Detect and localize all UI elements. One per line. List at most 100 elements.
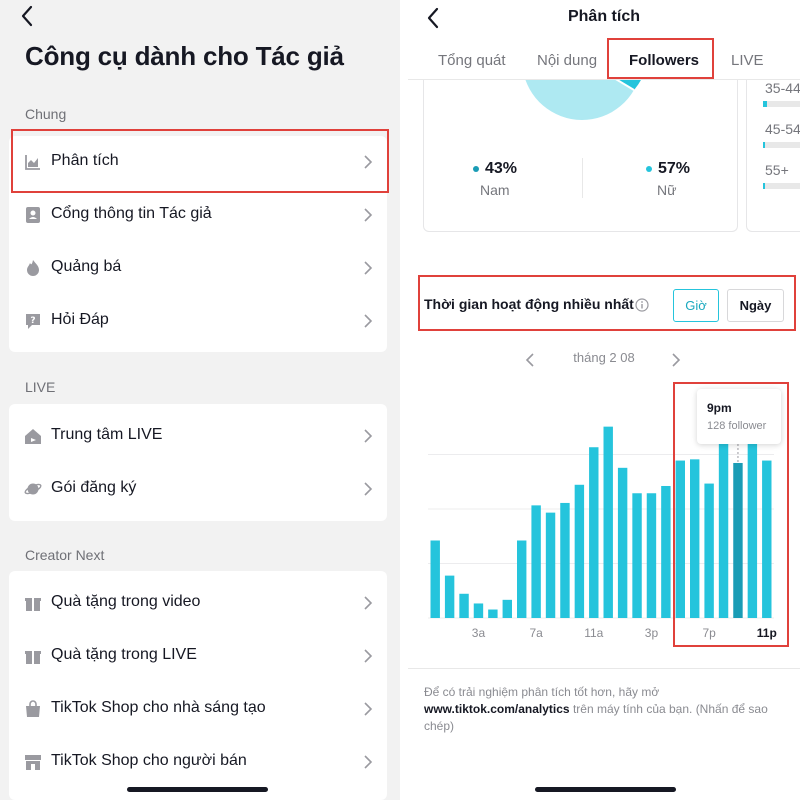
menu-item-label: Quà tặng trong LIVE: [51, 646, 197, 663]
bar-6a[interactable]: [517, 540, 527, 618]
gender-pie-chart: [525, 80, 641, 120]
bar-10a[interactable]: [574, 484, 585, 618]
menu-item-shop-seller[interactable]: TikTok Shop cho người bán: [9, 736, 387, 789]
live-card: Trung tâm LIVE Gói đăng ký: [9, 404, 387, 521]
analytics-title: Phân tích: [567, 8, 640, 25]
male-percent: 43%: [473, 160, 517, 178]
gift-icon: [25, 651, 41, 664]
menu-item-qa[interactable]: ? Hỏi Đáp: [9, 295, 387, 348]
chevron-right-icon: [364, 702, 373, 716]
menu-item-label: TikTok Shop cho nhà sáng tạo: [51, 699, 266, 716]
age-label: 45-54: [765, 121, 800, 137]
menu-item-label: Trung tâm LIVE: [51, 426, 163, 443]
chart-tooltip: 9pm 128 follower: [697, 389, 781, 444]
bar-5a[interactable]: [502, 599, 512, 618]
tick-label-11a: 11a: [584, 626, 603, 640]
house-icon: [25, 429, 41, 444]
section-label-creator-next: Creator Next: [25, 547, 105, 563]
age-label: 55+: [765, 162, 789, 178]
svg-text:?: ?: [30, 316, 35, 326]
menu-item-promote[interactable]: Quảng bá: [9, 242, 387, 295]
chevron-right-icon: [364, 482, 373, 496]
tab-overview[interactable]: Tổng quát: [438, 52, 506, 69]
tooltip-time: 9pm: [707, 401, 732, 415]
question-icon: ?: [26, 314, 40, 329]
menu-item-label: Quà tặng trong video: [51, 593, 201, 610]
menu-item-live-center[interactable]: Trung tâm LIVE: [9, 410, 387, 463]
menu-item-label: Cổng thông tin Tác giả: [51, 205, 212, 222]
menu-item-creator-portal[interactable]: Cổng thông tin Tác giả: [9, 189, 387, 242]
date-navigator: tháng 2 08: [408, 350, 800, 370]
tick-label-3a: 3a: [472, 626, 486, 640]
back-arrow-icon[interactable]: [16, 4, 40, 28]
bar-4p[interactable]: [661, 485, 671, 618]
female-percent: 57%: [646, 160, 690, 178]
menu-item-label: Gói đăng ký: [51, 479, 137, 496]
age-bar: [763, 142, 800, 148]
age-bar: [763, 183, 800, 189]
bar-4a[interactable]: [488, 609, 498, 618]
bar-2a[interactable]: [459, 593, 469, 618]
chevron-right-icon: [364, 314, 373, 328]
screen: Công cụ dành cho Tác giả Chung Phân tích…: [0, 0, 800, 800]
age-bar-fill: [763, 101, 767, 107]
home-indicator: [127, 787, 268, 792]
bar-8a[interactable]: [545, 512, 556, 618]
active-times-highlight-box: [418, 275, 796, 331]
bag-icon: [26, 700, 40, 717]
age-card: 35-44 45-54 55+: [746, 80, 800, 232]
age-bar-fill: [763, 183, 765, 189]
creator-next-card: Quà tặng trong video Quà tặng trong LIVE…: [9, 571, 387, 800]
bar-7a[interactable]: [531, 505, 541, 618]
chevron-right-icon: [364, 755, 373, 769]
female-label: Nữ: [657, 182, 677, 198]
bar-3p[interactable]: [646, 493, 657, 618]
section-label-live: LIVE: [25, 379, 56, 395]
menu-item-live-gifts[interactable]: Quà tặng trong LIVE: [9, 630, 387, 683]
followers-tab-highlight-box: [607, 38, 714, 79]
flame-icon: [27, 260, 39, 276]
menu-item-label: TikTok Shop cho người bán: [51, 752, 247, 769]
gender-card: 43% Nam 57% Nữ: [423, 80, 738, 232]
analytics-highlight-box: [11, 129, 389, 193]
bar-1a[interactable]: [444, 575, 455, 618]
chevron-right-icon: [364, 208, 373, 222]
analytics-footnote[interactable]: Để có trải nghiệm phân tích tốt hơn, hãy…: [424, 684, 789, 735]
pie-slice-female: [525, 80, 634, 120]
menu-item-shop-creator[interactable]: TikTok Shop cho nhà sáng tạo: [9, 683, 387, 736]
tab-live[interactable]: LIVE: [731, 52, 764, 69]
analytics-link[interactable]: www.tiktok.com/analytics: [424, 702, 570, 716]
bar-2p[interactable]: [632, 493, 642, 618]
menu-item-label: Hỏi Đáp: [51, 311, 109, 328]
tooltip-value: 128 follower: [707, 420, 767, 432]
age-label: 35-44: [765, 80, 800, 96]
footnote-text: Để có trải nghiệm phân tích tốt hơn, hãy…: [424, 685, 660, 699]
menu-item-label: Quảng bá: [51, 258, 122, 275]
tab-content[interactable]: Nội dung: [537, 52, 597, 69]
menu-item-video-gifts[interactable]: Quà tặng trong video: [9, 577, 387, 630]
bar-11a[interactable]: [589, 447, 599, 618]
date-label: tháng 2 08: [573, 350, 635, 365]
bar-12p[interactable]: [603, 426, 613, 618]
menu-item-subscription[interactable]: Gói đăng ký: [9, 463, 387, 516]
gender-divider: [582, 158, 583, 198]
chevron-right-icon: [364, 429, 373, 443]
store-icon: [25, 755, 41, 770]
bar-1p[interactable]: [617, 467, 628, 618]
chevron-right-icon: [364, 261, 373, 275]
age-bar-fill: [763, 142, 765, 148]
chevron-right-icon[interactable]: [671, 353, 681, 367]
tick-label-7a: 7a: [529, 626, 543, 640]
tick-label-3p: 3p: [645, 626, 659, 640]
section-label-general: Chung: [25, 106, 67, 122]
analytics-panel: Phân tích Tổng quát Nội dung Followers L…: [408, 0, 800, 800]
creator-tools-panel: Công cụ dành cho Tác giả Chung Phân tích…: [0, 0, 400, 800]
male-label: Nam: [480, 182, 510, 198]
bar-3a[interactable]: [473, 603, 484, 618]
bar-9a[interactable]: [560, 502, 570, 618]
bar-12a[interactable]: [430, 540, 440, 618]
home-indicator: [535, 787, 676, 792]
book-icon: [26, 207, 40, 223]
page-title: Công cụ dành cho Tác giả: [25, 41, 344, 71]
planet-icon: [24, 483, 42, 495]
